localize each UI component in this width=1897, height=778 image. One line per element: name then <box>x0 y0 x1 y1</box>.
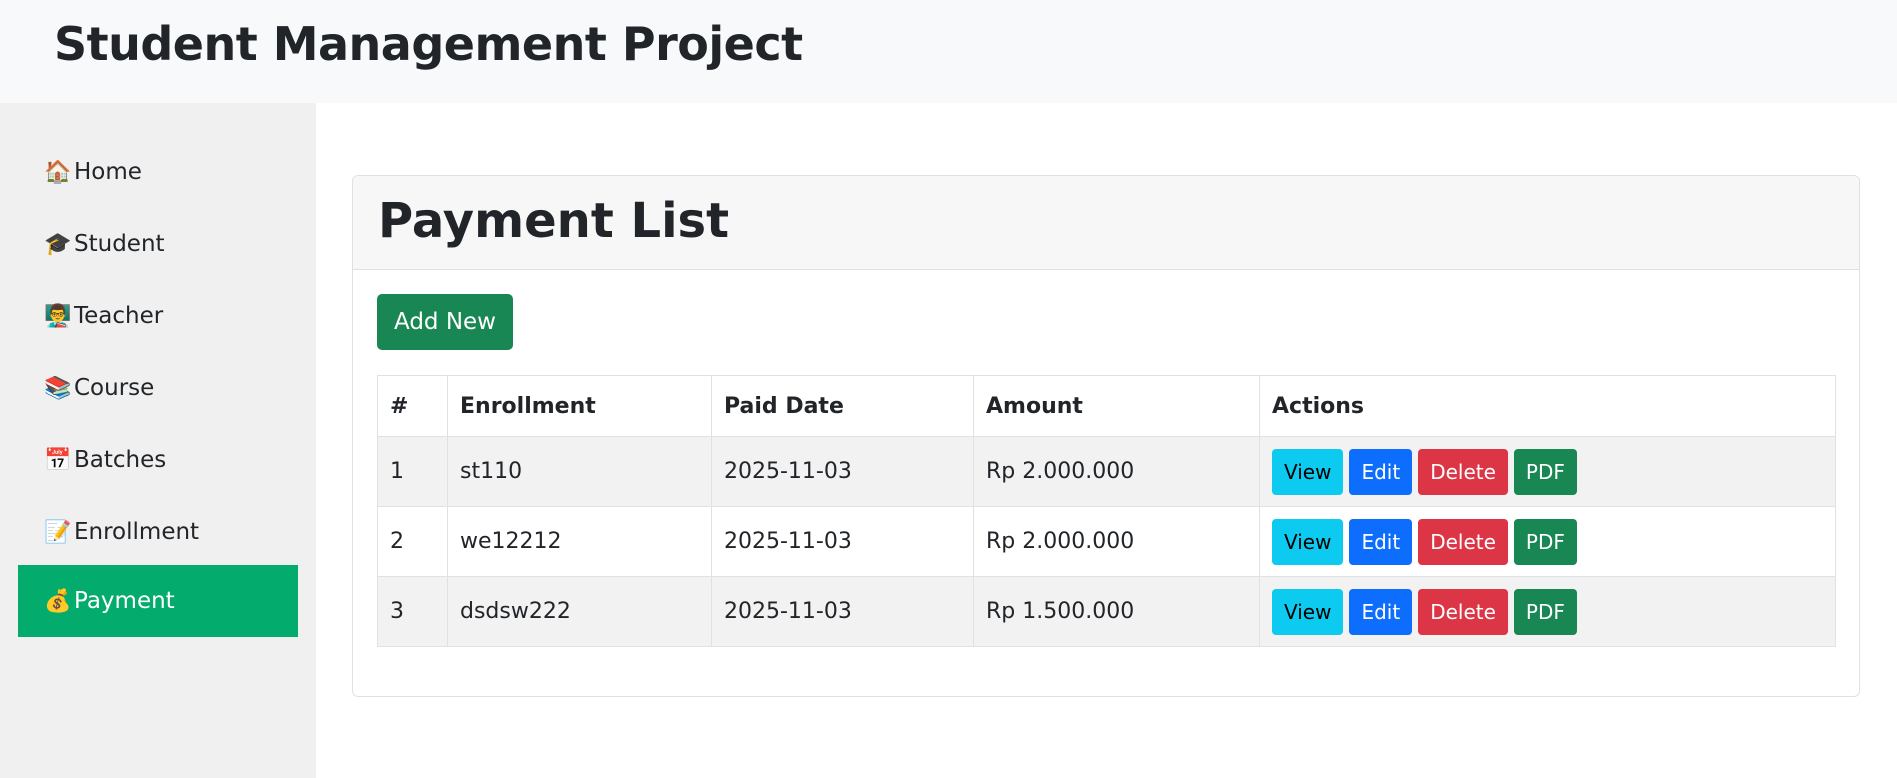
delete-button[interactable]: Delete <box>1418 588 1508 635</box>
sidebar: 🏠 Home 🎓 Student 👨‍🏫 Teacher 📚 Course 📅 … <box>0 103 316 778</box>
graduation-cap-icon: 🎓 <box>44 231 72 257</box>
payment-card: Payment List Add New # Enrollment Paid D… <box>352 175 1860 697</box>
sidebar-item-student[interactable]: 🎓 Student <box>18 208 298 280</box>
pdf-button[interactable]: PDF <box>1513 518 1577 565</box>
delete-button[interactable]: Delete <box>1418 448 1508 495</box>
delete-button[interactable]: Delete <box>1418 518 1508 565</box>
card-header: Payment List <box>353 176 1859 270</box>
enrollment-cell: dsdsw222 <box>447 576 712 647</box>
teacher-icon: 👨‍🏫 <box>44 303 72 329</box>
money-bag-icon: 💰 <box>44 588 72 614</box>
view-button[interactable]: View <box>1272 448 1344 495</box>
sidebar-item-label: Home <box>74 159 142 185</box>
pdf-button[interactable]: PDF <box>1513 588 1577 635</box>
app-title: Student Management Project <box>54 17 803 71</box>
home-icon: 🏠 <box>44 159 72 185</box>
payment-table: # Enrollment Paid Date Amount Actions 1 … <box>377 375 1836 647</box>
sidebar-item-label: Course <box>74 375 155 401</box>
row-number: 3 <box>377 576 448 647</box>
sidebar-item-batches[interactable]: 📅 Batches <box>18 424 298 496</box>
view-button[interactable]: View <box>1272 518 1344 565</box>
sidebar-item-label: Batches <box>74 447 167 473</box>
sidebar-item-enrollment[interactable]: 📝 Enrollment <box>18 496 298 568</box>
sidebar-item-label: Student <box>74 231 165 257</box>
row-number: 2 <box>377 506 448 577</box>
paid-date-cell: 2025-11-03 <box>711 436 974 507</box>
calendar-icon: 📅 <box>44 447 72 473</box>
paid-date-cell: 2025-11-03 <box>711 506 974 577</box>
sidebar-item-payment[interactable]: 💰 Payment <box>18 565 298 637</box>
amount-cell: Rp 2.000.000 <box>973 506 1260 577</box>
pdf-button[interactable]: PDF <box>1513 448 1577 495</box>
app-header: Student Management Project <box>0 0 1897 103</box>
column-header-enrollment: Enrollment <box>447 375 712 437</box>
enrollment-cell: st110 <box>447 436 712 507</box>
paid-date-cell: 2025-11-03 <box>711 576 974 647</box>
table-row: 1 st110 2025-11-03 Rp 2.000.000 View Edi… <box>377 436 1836 507</box>
column-header-actions: Actions <box>1259 375 1836 437</box>
sidebar-item-label: Teacher <box>74 303 164 329</box>
amount-cell: Rp 1.500.000 <box>973 576 1260 647</box>
column-header-amount: Amount <box>973 375 1260 437</box>
row-number: 1 <box>377 436 448 507</box>
sidebar-item-course[interactable]: 📚 Course <box>18 352 298 424</box>
table-row: 2 we12212 2025-11-03 Rp 2.000.000 View E… <box>377 506 1836 577</box>
amount-cell: Rp 2.000.000 <box>973 436 1260 507</box>
sidebar-item-label: Enrollment <box>74 519 200 545</box>
page-title: Payment List <box>378 193 730 249</box>
memo-icon: 📝 <box>44 519 72 545</box>
view-button[interactable]: View <box>1272 588 1344 635</box>
actions-cell: View Edit Delete PDF <box>1259 506 1836 577</box>
table-row: 3 dsdsw222 2025-11-03 Rp 1.500.000 View … <box>377 576 1836 647</box>
edit-button[interactable]: Edit <box>1349 588 1413 635</box>
sidebar-item-label: Payment <box>74 588 175 614</box>
column-header-number: # <box>377 375 448 437</box>
actions-cell: View Edit Delete PDF <box>1259 576 1836 647</box>
edit-button[interactable]: Edit <box>1349 448 1413 495</box>
add-new-button[interactable]: Add New <box>377 294 513 350</box>
table-header-row: # Enrollment Paid Date Amount Actions <box>377 375 1836 437</box>
column-header-paid-date: Paid Date <box>711 375 974 437</box>
sidebar-item-home[interactable]: 🏠 Home <box>18 136 298 208</box>
edit-button[interactable]: Edit <box>1349 518 1413 565</box>
sidebar-item-teacher[interactable]: 👨‍🏫 Teacher <box>18 280 298 352</box>
enrollment-cell: we12212 <box>447 506 712 577</box>
books-icon: 📚 <box>44 375 72 401</box>
actions-cell: View Edit Delete PDF <box>1259 436 1836 507</box>
